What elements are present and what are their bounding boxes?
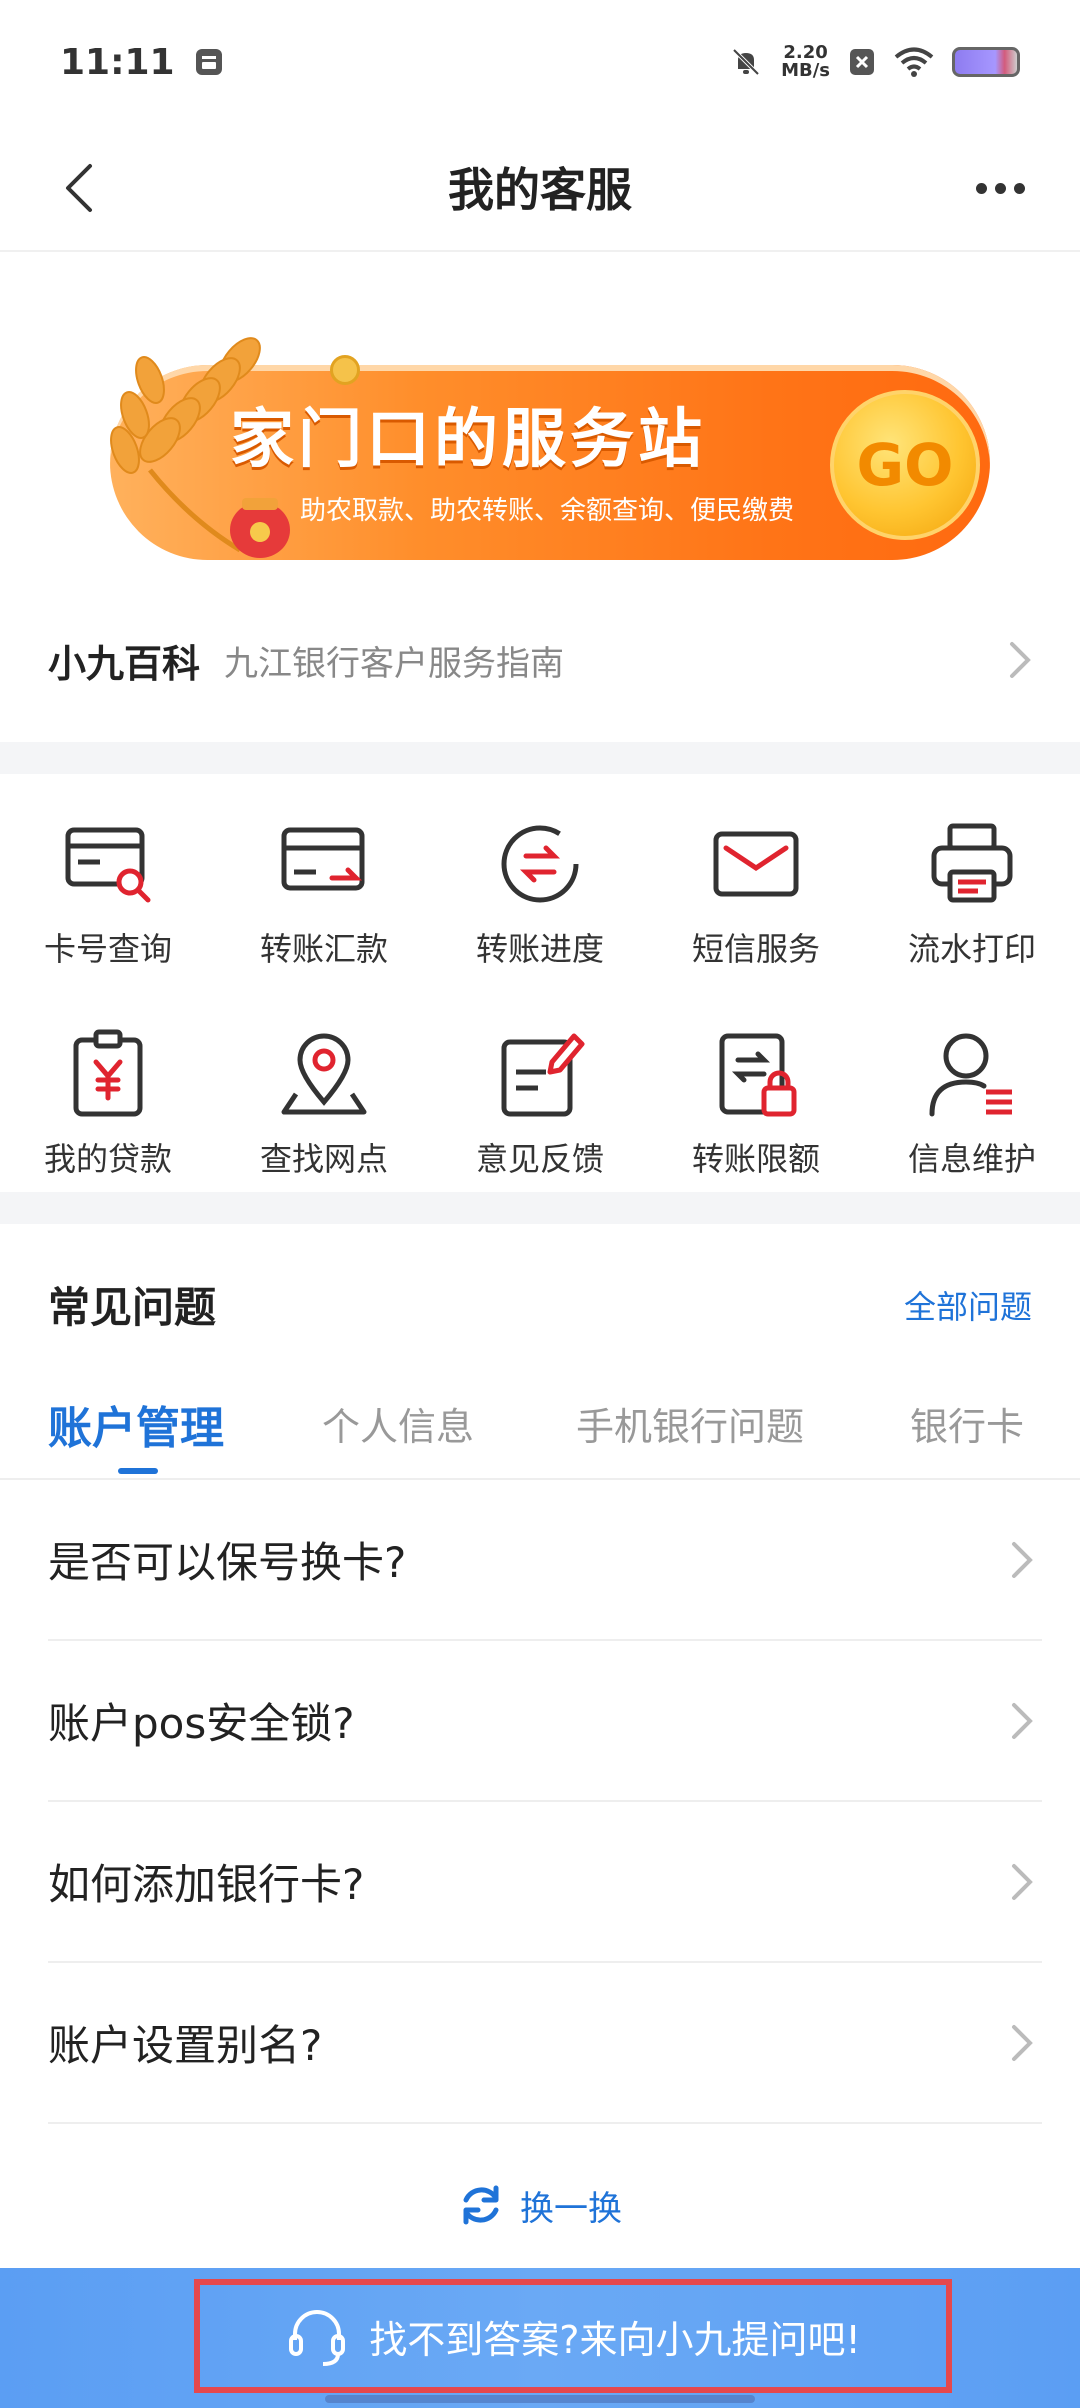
faq-question: 账户pos安全锁?	[48, 1699, 355, 1748]
service-my-loan[interactable]: 我的贷款	[0, 986, 216, 1191]
service-label: 流水打印	[907, 930, 1036, 968]
service-label: 我的贷款	[43, 1140, 172, 1178]
wiki-title: 小九百科	[48, 641, 201, 686]
faq-item[interactable]: 账户设置别名?	[48, 1963, 1042, 2124]
refresh-icon	[463, 2185, 499, 2225]
faq-header: 常见问题 全部问题	[0, 1228, 1080, 1388]
network-speed: 2.20 MB/s	[781, 42, 830, 81]
status-bar: 11:11 2.20 MB/s	[0, 0, 1080, 124]
tab-bank-card[interactable]: 银行卡	[910, 1396, 1024, 1451]
wifi-icon	[894, 47, 934, 77]
section-divider	[0, 742, 1080, 774]
service-label: 意见反馈	[475, 1140, 604, 1178]
section-divider	[0, 1192, 1080, 1224]
service-find-branch[interactable]: 查找网点	[216, 986, 432, 1191]
active-tab-indicator	[118, 1468, 158, 1474]
printer-icon	[931, 823, 1013, 903]
feedback-edit-icon	[501, 1033, 585, 1117]
coin-icon	[330, 355, 360, 385]
back-button[interactable]	[44, 152, 116, 224]
ask-label: 找不到答案?来向小九提问吧!	[369, 2317, 861, 2362]
faq-title: 常见问题	[48, 1283, 217, 1332]
chevron-right-icon	[1002, 1862, 1042, 1902]
service-sms[interactable]: 短信服务	[648, 776, 864, 986]
status-time: 11:11	[60, 41, 175, 83]
banner-go-button[interactable]: GO	[830, 390, 980, 540]
faq-tabs: 账户管理 个人信息 手机银行问题 银行卡	[0, 1376, 1080, 1480]
service-statement-print[interactable]: 流水打印	[864, 776, 1080, 986]
chevron-right-icon	[1002, 2023, 1042, 2063]
chevron-right-icon	[1002, 1540, 1042, 1580]
faq-question: 如何添加银行卡?	[48, 1860, 365, 1909]
banner-title: 家门口的服务站	[230, 403, 706, 477]
mute-bell-icon	[732, 48, 760, 76]
service-feedback[interactable]: 意见反馈	[432, 986, 648, 1191]
chevron-right-icon	[1002, 1701, 1042, 1741]
home-indicator[interactable]	[325, 2395, 755, 2403]
transfer-progress-icon	[501, 825, 579, 903]
envelope-icon	[713, 831, 799, 897]
loan-yen-icon	[73, 1029, 143, 1117]
service-label: 转账进度	[475, 930, 604, 968]
transfer-lock-icon	[719, 1033, 797, 1117]
more-menu-button[interactable]	[960, 152, 1040, 224]
notification-app-icon	[195, 49, 222, 75]
promo-banner[interactable]: 家门口的服务站 助农取款、助农转账、余额查询、便民缴费 GO	[0, 300, 1080, 590]
transfer-card-icon	[281, 827, 365, 891]
faq-item[interactable]: 如何添加银行卡?	[48, 1802, 1042, 1963]
bottom-ask-bar: 找不到答案?来向小九提问吧!	[0, 2268, 1080, 2408]
more-dot-icon	[1013, 182, 1025, 194]
all-questions-link[interactable]: 全部问题	[904, 1282, 1032, 1328]
faq-item[interactable]: 是否可以保号换卡?	[48, 1480, 1042, 1641]
wiki-guide-row[interactable]: 小九百科 九江银行客户服务指南	[0, 600, 1080, 720]
location-pin-icon	[281, 1033, 367, 1115]
user-info-icon	[929, 1033, 1012, 1117]
tab-mobile-banking[interactable]: 手机银行问题	[576, 1396, 804, 1451]
sim-blocked-icon	[850, 49, 874, 75]
banner-subtitle: 助农取款、助农转账、余额查询、便民缴费	[300, 496, 795, 526]
service-label: 转账限额	[691, 1140, 820, 1178]
services-grid: 卡号查询 转账汇款 转账进度 短信服务 流水打印 我的贷款 查找网点 意见反馈 …	[0, 776, 1080, 1191]
back-arrow-icon	[66, 164, 92, 212]
faq-question: 是否可以保号换卡?	[48, 1538, 407, 1587]
faq-question: 账户设置别名?	[48, 2021, 323, 2070]
service-card-number-query[interactable]: 卡号查询	[0, 776, 216, 986]
ask-assistant-button[interactable]: 找不到答案?来向小九提问吧!	[194, 2279, 952, 2393]
status-left: 11:11	[60, 42, 225, 83]
tab-account-management[interactable]: 账户管理	[48, 1392, 224, 1456]
service-label: 短信服务	[691, 930, 820, 968]
battery-icon	[952, 47, 1020, 77]
status-right: 2.20 MB/s	[729, 44, 1020, 80]
refresh-questions-button[interactable]: 换一换	[0, 2170, 1080, 2240]
more-dot-icon	[994, 182, 1006, 194]
top-navbar: 我的客服	[0, 124, 1080, 252]
service-info-maintenance[interactable]: 信息维护	[864, 986, 1080, 1191]
service-label: 卡号查询	[43, 930, 172, 968]
more-dot-icon	[975, 182, 987, 194]
faq-item[interactable]: 账户pos安全锁?	[48, 1641, 1042, 1802]
service-label: 查找网点	[259, 1140, 388, 1178]
service-label: 转账汇款	[259, 930, 388, 968]
service-transfer-progress[interactable]: 转账进度	[432, 776, 648, 986]
page-title: 我的客服	[448, 163, 632, 217]
tab-personal-info[interactable]: 个人信息	[322, 1396, 474, 1451]
card-search-icon	[65, 827, 151, 903]
refresh-label: 换一换	[520, 2188, 622, 2229]
faq-list: 是否可以保号换卡? 账户pos安全锁? 如何添加银行卡? 账户设置别名?	[0, 1480, 1080, 2124]
service-label: 信息维护	[907, 1140, 1036, 1178]
service-transfer[interactable]: 转账汇款	[216, 776, 432, 986]
chevron-right-icon	[1000, 640, 1040, 680]
headset-icon	[289, 2310, 346, 2366]
wiki-subtitle: 九江银行客户服务指南	[224, 643, 565, 684]
service-transfer-limit[interactable]: 转账限额	[648, 986, 864, 1191]
